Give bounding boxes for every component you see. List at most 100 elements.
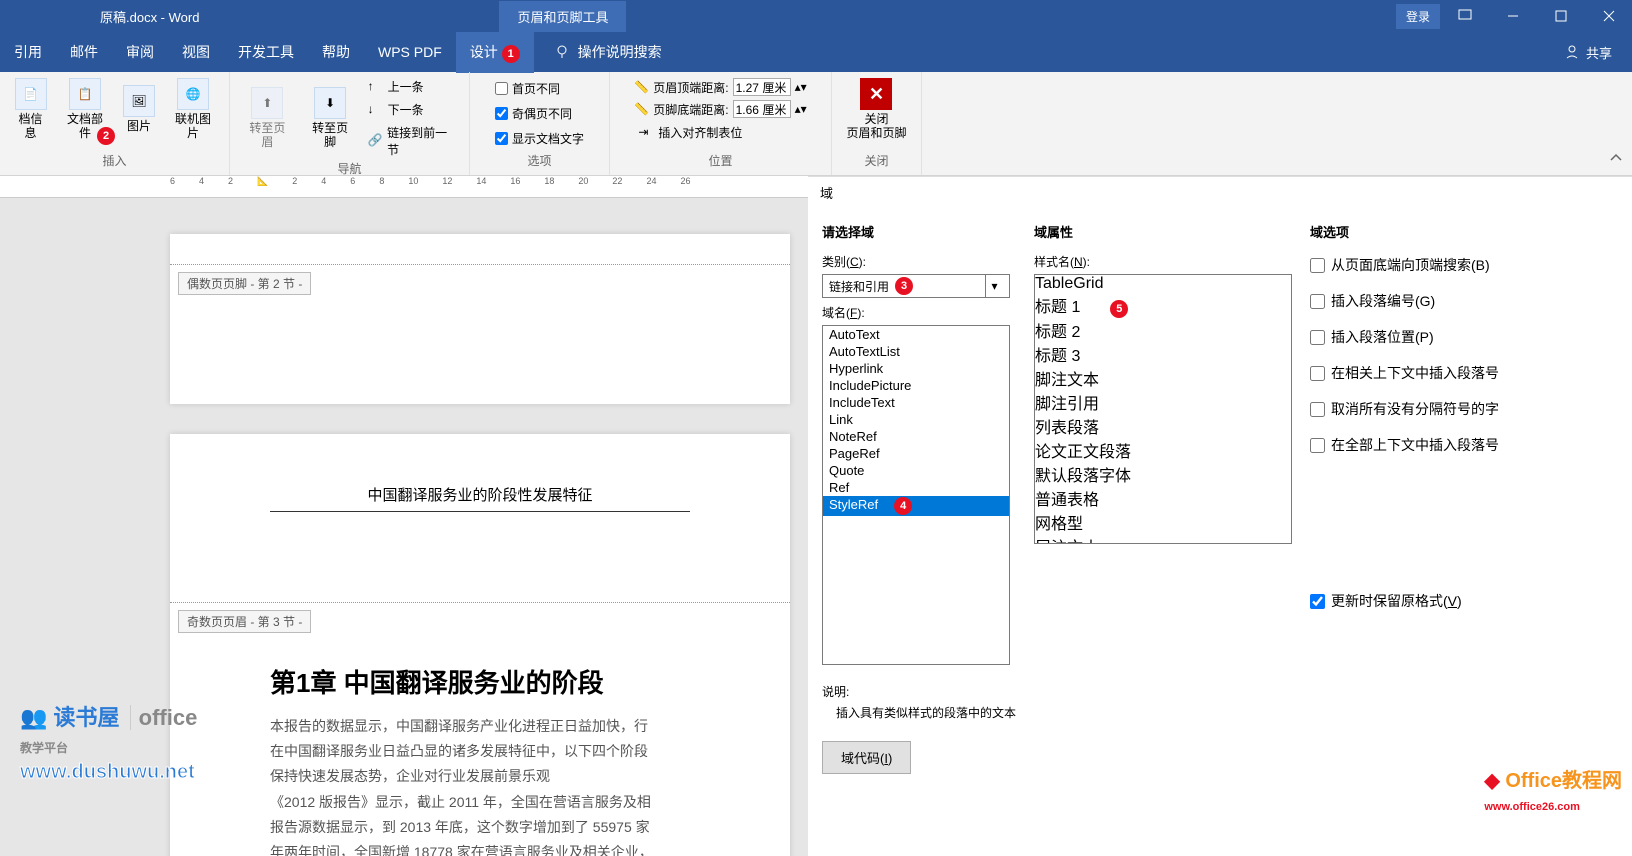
docparts-icon: 📋	[69, 78, 101, 110]
login-button[interactable]: 登录	[1396, 4, 1440, 29]
header-text[interactable]: 中国翻译服务业的阶段性发展特征	[270, 434, 690, 512]
tab-references[interactable]: 引用	[0, 32, 56, 72]
tab-view[interactable]: 视图	[168, 32, 224, 72]
field-option-checkbox[interactable]: 从页面底端向顶端搜索(B)	[1310, 247, 1610, 283]
fieldname-item[interactable]: Ref	[823, 479, 1009, 496]
minimize-button[interactable]	[1490, 0, 1536, 32]
fieldname-item[interactable]: Link	[823, 411, 1009, 428]
ribbon-options-icon[interactable]	[1442, 0, 1488, 32]
share-button[interactable]: 共享	[1564, 43, 1612, 62]
field-option-checkbox[interactable]: 插入段落编号(G)	[1310, 283, 1610, 319]
field-option-checkbox[interactable]: 取消所有没有分隔符号的字	[1310, 391, 1610, 427]
fieldname-item[interactable]: AutoTextList	[823, 343, 1009, 360]
field-options-column: 域选项 从页面底端向顶端搜索(B)插入段落编号(G)插入段落位置(P)在相关上下…	[1310, 216, 1610, 665]
close-header-footer-button[interactable]: ✕关闭 页眉和页脚	[840, 76, 912, 143]
fieldname-item[interactable]: StyleRef4	[823, 496, 1009, 516]
chevron-down-icon[interactable]: ▾	[985, 275, 1003, 297]
ribbon-group-insert: 📄档信息 📋文档部件2 🖼图片 🌐联机图片 插入	[0, 72, 230, 175]
fieldname-item[interactable]: AutoText	[823, 326, 1009, 343]
body-line: 在中国翻译服务业日益凸显的诸多发展特征中，以下四个阶段	[270, 739, 770, 764]
link-previous-button[interactable]: 🔗链接到前一节	[364, 122, 461, 160]
fieldname-item[interactable]: PageRef	[823, 445, 1009, 462]
fieldname-item[interactable]: Hyperlink	[823, 360, 1009, 377]
show-doc-text-checkbox[interactable]: 显示文档文字	[495, 128, 584, 149]
field-option-checkbox[interactable]: 插入段落位置(P)	[1310, 319, 1610, 355]
tab-help[interactable]: 帮助	[308, 32, 364, 72]
field-option-checkbox[interactable]: 在全部上下文中插入段落号	[1310, 427, 1610, 463]
style-item[interactable]: 论文正文段落	[1035, 438, 1291, 462]
goto-header-button[interactable]: ⬆转至页眉	[238, 85, 297, 152]
maximize-button[interactable]	[1538, 0, 1584, 32]
ribbon-group-options: 首页不同 奇偶页不同 显示文档文字 选项	[470, 72, 610, 175]
doc-parts-button[interactable]: 📋文档部件2	[57, 76, 113, 143]
update-keep-format-checkbox[interactable]: 更新时保留原格式(V)	[1310, 583, 1610, 619]
style-item[interactable]: 脚注引用	[1035, 390, 1291, 414]
close-x-icon: ✕	[860, 78, 892, 110]
fieldname-item[interactable]: IncludePicture	[823, 377, 1009, 394]
odd-even-diff-checkbox[interactable]: 奇偶页不同	[495, 103, 584, 124]
style-item[interactable]: 标题 15	[1035, 293, 1291, 318]
fieldname-item[interactable]: Quote	[823, 462, 1009, 479]
tab-design[interactable]: 设计 1	[456, 32, 534, 73]
ruler[interactable]: 642📐2468101214161820222426	[0, 176, 808, 198]
style-item[interactable]: 脚注文本	[1035, 366, 1291, 390]
style-item[interactable]: 尾注文本	[1035, 534, 1291, 544]
first-page-diff-checkbox[interactable]: 首页不同	[495, 78, 584, 99]
ribbon-group-close: ✕关闭 页眉和页脚 关闭	[832, 72, 922, 175]
badge-1: 1	[502, 45, 520, 63]
style-item[interactable]: 标题 2	[1035, 318, 1291, 342]
stylename-label: 样式名(N):	[1034, 247, 1294, 274]
tab-review[interactable]: 审阅	[112, 32, 168, 72]
next-section-button[interactable]: ↓下一条	[364, 99, 461, 120]
dialog-title: 域	[808, 177, 1632, 208]
tab-design-label: 设计	[470, 44, 498, 60]
group-label-insert: 插入	[102, 152, 126, 171]
ribbon-tabs: 引用 邮件 审阅 视图 开发工具 帮助 WPS PDF 设计 1 操作说明搜索 …	[0, 32, 1632, 72]
category-combo[interactable]: 链接和引用 3 ▾	[822, 274, 1010, 298]
category-label: 类别(C):	[822, 247, 1018, 274]
header-top-input[interactable]	[733, 78, 791, 96]
page-current: 中国翻译服务业的阶段性发展特征 奇数页页眉 - 第 3 节 - 第1章 中国翻译…	[170, 434, 790, 856]
doc-info-button[interactable]: 📄档信息	[8, 76, 53, 143]
footer-bottom-input[interactable]	[733, 100, 791, 118]
tab-icon: ⇥	[638, 125, 654, 141]
group-label-options: 选项	[527, 152, 551, 171]
tab-developer[interactable]: 开发工具	[224, 32, 308, 72]
share-label: 共享	[1586, 43, 1612, 62]
insert-align-tab-button[interactable]: ⇥插入对齐制表位	[634, 122, 806, 143]
online-image-button[interactable]: 🌐联机图片	[165, 76, 221, 143]
body-line: 《2012 版报告》显示，截止 2011 年，全国在营语言服务及相	[270, 790, 770, 815]
style-item[interactable]: 默认段落字体	[1035, 462, 1291, 486]
style-item[interactable]: 网格型	[1035, 510, 1291, 534]
fieldname-item[interactable]: IncludeText	[823, 394, 1009, 411]
wm-officejc-url: www.office26.com	[1484, 801, 1580, 813]
fieldname-item[interactable]: NoteRef	[823, 428, 1009, 445]
body-line: 保持快速发展态势，企业对行业发展前景乐观	[270, 764, 770, 789]
tab-mailings[interactable]: 邮件	[56, 32, 112, 72]
prev-section-button[interactable]: ↑上一条	[364, 76, 461, 97]
goto-footer-button[interactable]: ⬇转至页脚	[301, 85, 360, 152]
wm-officejc: Office教程网	[1505, 770, 1622, 792]
titlebar: 原稿.docx - Word 页眉和页脚工具 登录	[0, 0, 1632, 32]
even-footer-area[interactable]	[170, 234, 790, 265]
tell-me-search[interactable]: 操作说明搜索	[554, 42, 662, 62]
image-button[interactable]: 🖼图片	[117, 83, 161, 135]
watermark-dushuwu: 👥 读书屋 office 教学平台 www.dushuwu.net	[20, 700, 197, 784]
desc-label: 说明:	[822, 683, 1618, 700]
style-item[interactable]: 标题 3	[1035, 342, 1291, 366]
collapse-ribbon-icon[interactable]	[1600, 146, 1632, 175]
ribbon-group-position: 📏页眉顶端距离:▴▾ 📏页脚底端距离:▴▾ ⇥插入对齐制表位 位置	[610, 72, 832, 175]
field-codes-button[interactable]: 域代码(I)	[822, 741, 911, 774]
style-item[interactable]: TableGrid	[1035, 275, 1291, 293]
docinfo-icon: 📄	[15, 78, 47, 110]
field-option-checkbox[interactable]: 在相关上下文中插入段落号	[1310, 355, 1610, 391]
tab-wpspdf[interactable]: WPS PDF	[364, 34, 456, 70]
stylename-listbox[interactable]: TableGrid标题 15标题 2标题 3脚注文本脚注引用列表段落论文正文段落…	[1034, 274, 1292, 544]
style-item[interactable]: 列表段落	[1035, 414, 1291, 438]
style-item[interactable]: 普通表格	[1035, 486, 1291, 510]
fieldname-listbox[interactable]: AutoTextAutoTextListHyperlinkIncludePict…	[822, 325, 1010, 665]
window-controls: 登录	[1396, 0, 1632, 32]
close-window-button[interactable]	[1586, 0, 1632, 32]
ribbon-group-nav: ⬆转至页眉 ⬇转至页脚 ↑上一条 ↓下一条 🔗链接到前一节 导航	[230, 72, 470, 175]
description-area: 说明: 插入具有类似样式的段落中的文本	[808, 673, 1632, 731]
